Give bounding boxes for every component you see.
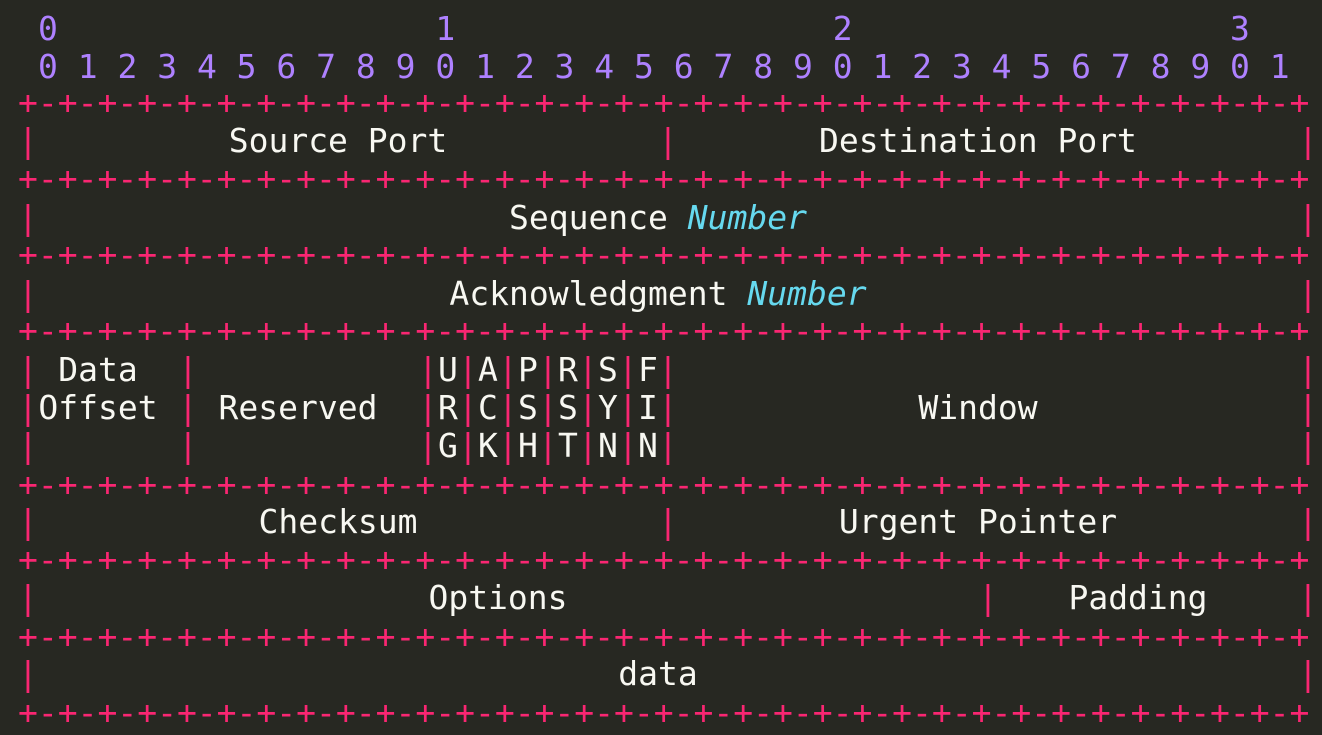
field-divider: |	[178, 350, 198, 389]
field-divider: |	[458, 388, 478, 427]
row-separator: +-+-+-+-+-+-+-+-+-+-+-+-+-+-+-+-+-+-+-+-…	[18, 465, 1310, 504]
data-offset-label-line1: Data	[58, 350, 138, 389]
flag-letter: H	[518, 426, 538, 465]
field-divider: |	[618, 426, 638, 465]
field-divider: |	[1298, 388, 1318, 427]
field-divider: |	[178, 426, 198, 465]
field-divider: |	[1298, 121, 1318, 160]
reserved-label: Reserved	[218, 388, 378, 427]
field-divider: |	[418, 426, 438, 465]
field-divider: |	[618, 350, 638, 389]
flag-letter: T	[558, 426, 578, 465]
field-divider: |	[18, 654, 38, 693]
flag-letter: S	[518, 388, 538, 427]
field-divider: |	[498, 388, 518, 427]
flag-letter: N	[598, 426, 618, 465]
window-label: Window	[918, 388, 1038, 427]
field-divider: |	[538, 388, 558, 427]
flag-letter: P	[518, 350, 538, 389]
flag-letter: F	[638, 350, 658, 389]
checksum-label: Checksum	[258, 502, 418, 541]
flag-letter: K	[478, 426, 498, 465]
field-divider: |	[1298, 502, 1318, 541]
row-separator: +-+-+-+-+-+-+-+-+-+-+-+-+-+-+-+-+-+-+-+-…	[18, 235, 1310, 274]
flag-letter: R	[438, 388, 458, 427]
field-divider: |	[1298, 654, 1318, 693]
field-divider: |	[658, 426, 678, 465]
field-divider: |	[18, 388, 38, 427]
sequence-prefix: Sequence	[508, 198, 668, 237]
field-divider: |	[18, 502, 38, 541]
field-divider: |	[618, 388, 638, 427]
flag-letter: A	[478, 350, 498, 389]
field-divider: |	[418, 350, 438, 389]
field-divider: |	[578, 388, 598, 427]
bit-ruler-tens: 0 1 2 3	[38, 9, 1250, 48]
flag-letter: S	[558, 388, 578, 427]
field-divider: |	[498, 426, 518, 465]
field-divider: |	[658, 350, 678, 389]
field-divider: |	[18, 426, 38, 465]
field-divider: |	[178, 388, 198, 427]
field-divider: |	[658, 388, 678, 427]
field-divider: |	[498, 350, 518, 389]
flag-letter: C	[478, 388, 498, 427]
field-divider: |	[18, 274, 38, 313]
data-offset-label-line2: Offset	[38, 388, 158, 427]
field-divider: |	[18, 578, 38, 617]
acknowledgment-keyword: Number	[747, 274, 867, 313]
bit-ruler-units: 0 1 2 3 4 5 6 7 8 9 0 1 2 3 4 5 6 7 8 9 …	[38, 47, 1290, 86]
flag-letter: N	[638, 426, 658, 465]
source-port-label: Source Port	[228, 121, 448, 160]
sequence-keyword: Number	[687, 198, 808, 237]
flag-letter: Y	[598, 388, 618, 427]
flag-letter: I	[638, 388, 658, 427]
field-divider: |	[578, 426, 598, 465]
row-separator: +-+-+-+-+-+-+-+-+-+-+-+-+-+-+-+-+-+-+-+-…	[18, 617, 1310, 656]
row-separator: +-+-+-+-+-+-+-+-+-+-+-+-+-+-+-+-+-+-+-+-…	[18, 311, 1310, 350]
field-divider: |	[978, 578, 998, 617]
field-divider: |	[1298, 578, 1318, 617]
field-divider: |	[538, 426, 558, 465]
field-divider: |	[658, 121, 678, 160]
row-separator: +-+-+-+-+-+-+-+-+-+-+-+-+-+-+-+-+-+-+-+-…	[18, 693, 1310, 732]
field-divider: |	[658, 502, 678, 541]
field-divider: |	[458, 350, 478, 389]
padding-label: Padding	[1068, 578, 1208, 617]
field-divider: |	[1298, 426, 1318, 465]
row-separator: +-+-+-+-+-+-+-+-+-+-+-+-+-+-+-+-+-+-+-+-…	[18, 159, 1310, 198]
options-label: Options	[428, 578, 568, 617]
tcp-header-diagram: 0 1 2 3 0 1 2 3 4 5 6 7 8 9 0 1 2 3 4 5 …	[0, 0, 1322, 735]
sequence-number-label: Sequence Number	[509, 201, 807, 234]
field-divider: |	[1298, 350, 1318, 389]
field-divider: |	[538, 350, 558, 389]
flag-letter: U	[438, 350, 458, 389]
field-divider: |	[1298, 198, 1318, 237]
field-divider: |	[418, 388, 438, 427]
destination-port-label: Destination Port	[819, 121, 1137, 160]
field-divider: |	[458, 426, 478, 465]
field-divider: |	[18, 350, 38, 389]
flag-letter: R	[558, 350, 578, 389]
flag-letter: G	[438, 426, 458, 465]
urgent-pointer-label: Urgent Pointer	[838, 502, 1118, 541]
field-divider: |	[578, 350, 598, 389]
field-divider: |	[18, 198, 38, 237]
row-separator: +-+-+-+-+-+-+-+-+-+-+-+-+-+-+-+-+-+-+-+-…	[18, 540, 1310, 579]
acknowledgment-prefix: Acknowledgment	[449, 274, 728, 313]
field-divider: |	[18, 121, 38, 160]
row-separator: +-+-+-+-+-+-+-+-+-+-+-+-+-+-+-+-+-+-+-+-…	[18, 83, 1310, 122]
field-divider: |	[1298, 274, 1318, 313]
data-label: data	[618, 654, 698, 693]
flag-letter: S	[598, 350, 618, 389]
acknowledgment-number-label: Acknowledgment Number	[449, 277, 866, 310]
